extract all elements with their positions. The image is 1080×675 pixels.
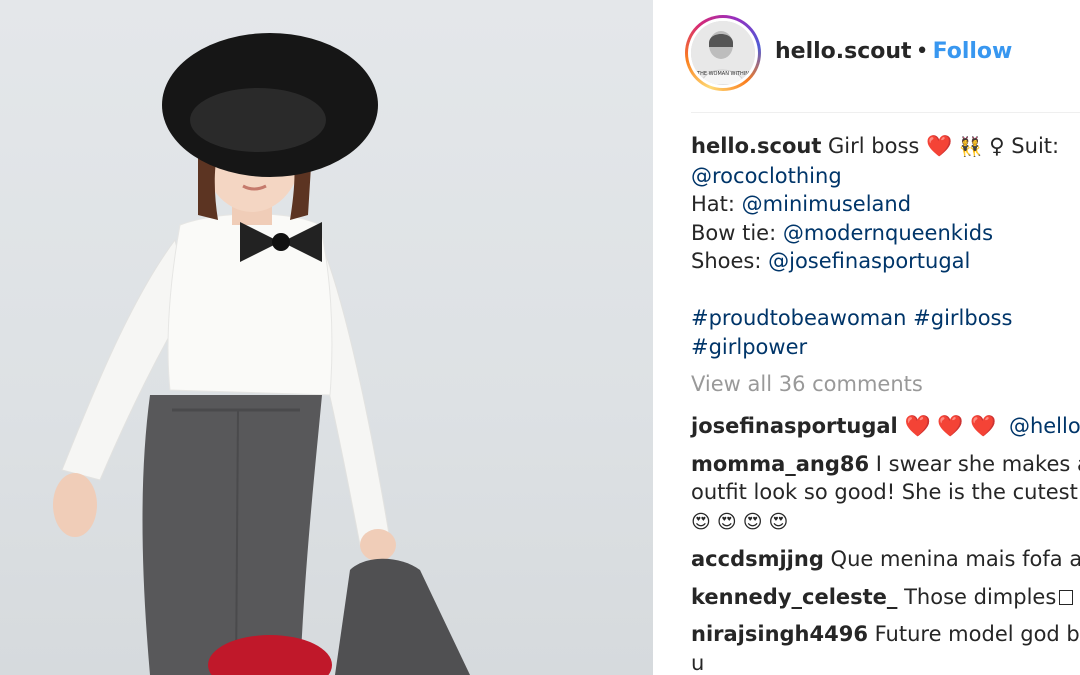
avatar-caption: THE WOMAN WITHIN <box>696 71 749 77</box>
comment-text: Future model god bless <box>874 622 1080 646</box>
follow-button[interactable]: Follow <box>933 39 1013 64</box>
comment-username[interactable]: nirajsingh4496 <box>691 622 868 646</box>
comment-mention[interactable]: @hello.scout <box>1009 414 1080 438</box>
comment-username[interactable]: momma_ang86 <box>691 452 869 476</box>
hashtag-girlpower[interactable]: #girlpower <box>691 335 807 359</box>
post-photo-illustration <box>53 33 470 675</box>
comment-item: accdsmjjng Que menina mais fofa aa <box>691 545 1080 574</box>
comment-item: kennedy_celeste_ Those dimples <box>691 583 1080 612</box>
hashtag-proudtobeawoman[interactable]: #proudtobeawoman <box>691 306 906 330</box>
post-caption: hello.scout Girl boss ❤️ 👯 ♀ Suit: @roco… <box>691 132 1080 361</box>
comment-text-continued: outfit look so good! She is the cutest! <box>691 480 1080 504</box>
header-separator: • <box>915 39 929 64</box>
hashtag-girlboss[interactable]: #girlboss <box>913 306 1012 330</box>
header-divider <box>691 112 1080 113</box>
mention-minimuseland[interactable]: @minimuseland <box>742 192 911 216</box>
heart-eyes-emoji: 😍 😍 😍 😍 <box>691 510 789 533</box>
heart-emoji: ❤️ <box>926 134 953 158</box>
comment-item: momma_ang86 I swear she makes any outfit… <box>691 450 1080 537</box>
comment-username[interactable]: kennedy_celeste_ <box>691 585 897 609</box>
comment-username[interactable]: josefinasportugal <box>691 414 898 438</box>
missing-glyph-icon <box>1059 589 1074 605</box>
avatar[interactable]: THE WOMAN WITHIN <box>685 15 761 91</box>
mention-rococlothing[interactable]: @rococlothing <box>691 164 842 188</box>
dancers-emoji: 👯 <box>958 136 983 158</box>
hat-label: Hat: <box>691 192 742 216</box>
avatar-image: THE WOMAN WITHIN <box>691 21 755 85</box>
comment-username[interactable]: accdsmjjng <box>691 547 824 571</box>
view-all-comments-link[interactable]: View all 36 comments <box>691 372 923 396</box>
caption-text: Girl boss <box>821 134 927 158</box>
post-username[interactable]: hello.scout <box>775 39 912 64</box>
comment-text-continued: u <box>691 650 705 675</box>
shoes-label: Shoes: <box>691 249 769 273</box>
hearts-emoji: ❤️ ❤️ ❤️ <box>904 414 997 438</box>
post-photo[interactable] <box>0 0 653 675</box>
mention-modernqueenkids[interactable]: @modernqueenkids <box>783 221 993 245</box>
female-sign-emoji: ♀ <box>989 134 1005 158</box>
mention-josefinasportugal[interactable]: @josefinasportugal <box>768 249 970 273</box>
comment-text: Those dimples <box>897 584 1057 609</box>
caption-username[interactable]: hello.scout <box>691 134 821 158</box>
post-header: THE WOMAN WITHIN hello.scout • Follow <box>685 15 1080 91</box>
comments-list: josefinasportugal ❤️ ❤️ ❤️ @hello.scout … <box>691 412 1080 675</box>
comment-item: josefinasportugal ❤️ ❤️ ❤️ @hello.scout <box>691 412 1080 441</box>
bow-tie-label: Bow tie: <box>691 220 783 245</box>
comment-item: nirajsingh4496 Future model god bless u <box>691 620 1080 675</box>
comment-text: Que menina mais fofa aa <box>823 547 1080 571</box>
suit-label: Suit: <box>1004 134 1060 158</box>
comment-text: I swear she makes any <box>875 451 1080 476</box>
post-side-panel: THE WOMAN WITHIN hello.scout • Follow hell… <box>653 0 1080 675</box>
